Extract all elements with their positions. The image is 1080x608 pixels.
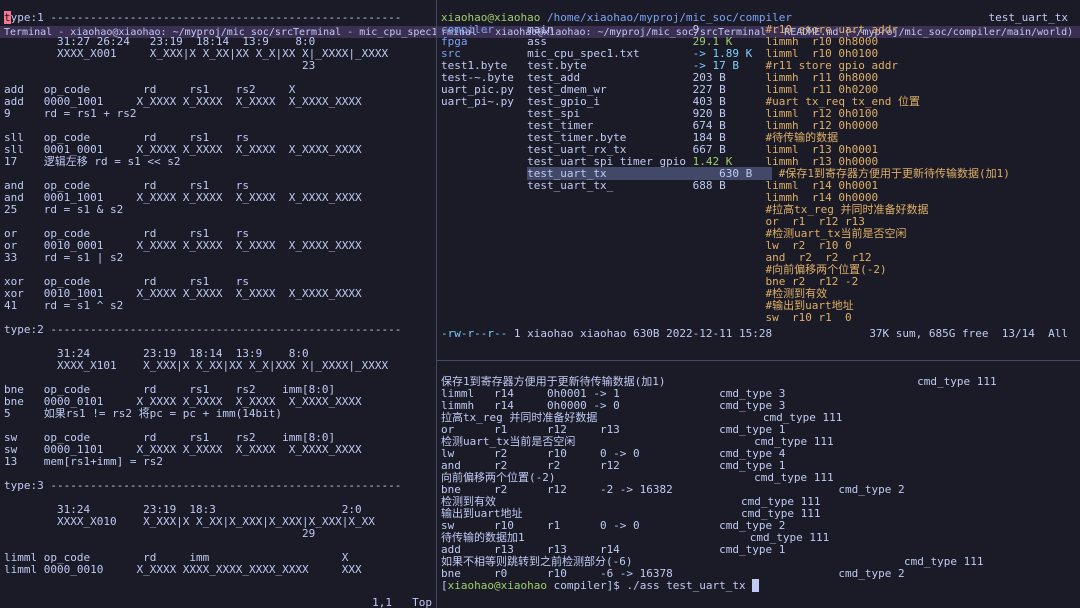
code-line: type:3 ---------------------------------…: [4, 480, 432, 492]
left-terminal-pane[interactable]: Terminal - xiaohao@xiaohao: ~/myproj/mic…: [0, 0, 436, 608]
code-line: 13 mem[rs1+imm] = rs2: [4, 456, 432, 468]
code-line: 29: [4, 528, 432, 540]
code-line: 9 rd = rs1 + rs2: [4, 108, 432, 120]
right-top-content[interactable]: xiaohao@xiaohao /home/xiaohao/myproj/mic…: [441, 12, 1076, 340]
right-top-terminal-pane[interactable]: rminal - xiaohao@xiaohao: ~/myproj/mic_s…: [437, 0, 1080, 360]
code-line: 41 rd = s1 ^ s2: [4, 300, 432, 312]
code-line: 25 rd = s1 & s2: [4, 204, 432, 216]
horizontal-divider: [437, 360, 1080, 361]
scroll-position: Top: [392, 596, 432, 608]
code-line: type:1 ---------------------------------…: [4, 12, 432, 24]
code-line: 17 逻辑左移 rd = s1 << s2: [4, 156, 432, 168]
left-content[interactable]: type:1 ---------------------------------…: [4, 12, 432, 576]
code-line: limml 0000_0010 X_XXXX XXXX_XXXX_XXXX_XX…: [4, 564, 432, 576]
code-line: 5 如果rs1 != rs2 将pc = pc + imm(14bit): [4, 408, 432, 420]
right-bottom-terminal-pane[interactable]: 保存1到寄存器方便用于更新待传输数据(加1) cmd_type 111limml…: [437, 362, 1080, 608]
footer-line: -rw-r--r-- 1 xiaohao xiaohao 630B 2022-1…: [441, 328, 1076, 340]
code-line: 33 rd = s1 | s2: [4, 252, 432, 264]
code-line: 23: [4, 60, 432, 72]
code-line: type:2 ---------------------------------…: [4, 324, 432, 336]
right-bottom-content[interactable]: 保存1到寄存器方便用于更新待传输数据(加1) cmd_type 111limml…: [441, 376, 1076, 592]
file-list-row[interactable]: sw r10 r1 0: [441, 312, 1076, 324]
code-line: XXXX_X101 X_XXX|X X_XX|XX X_X|XXX X|_XXX…: [4, 360, 432, 372]
cursor-position: 1,1: [372, 596, 392, 608]
left-statusbar: 1,1 Top: [0, 596, 436, 608]
shell-prompt[interactable]: [xiaohao@xiaohao compiler]$ ./ass test_u…: [441, 580, 1076, 592]
